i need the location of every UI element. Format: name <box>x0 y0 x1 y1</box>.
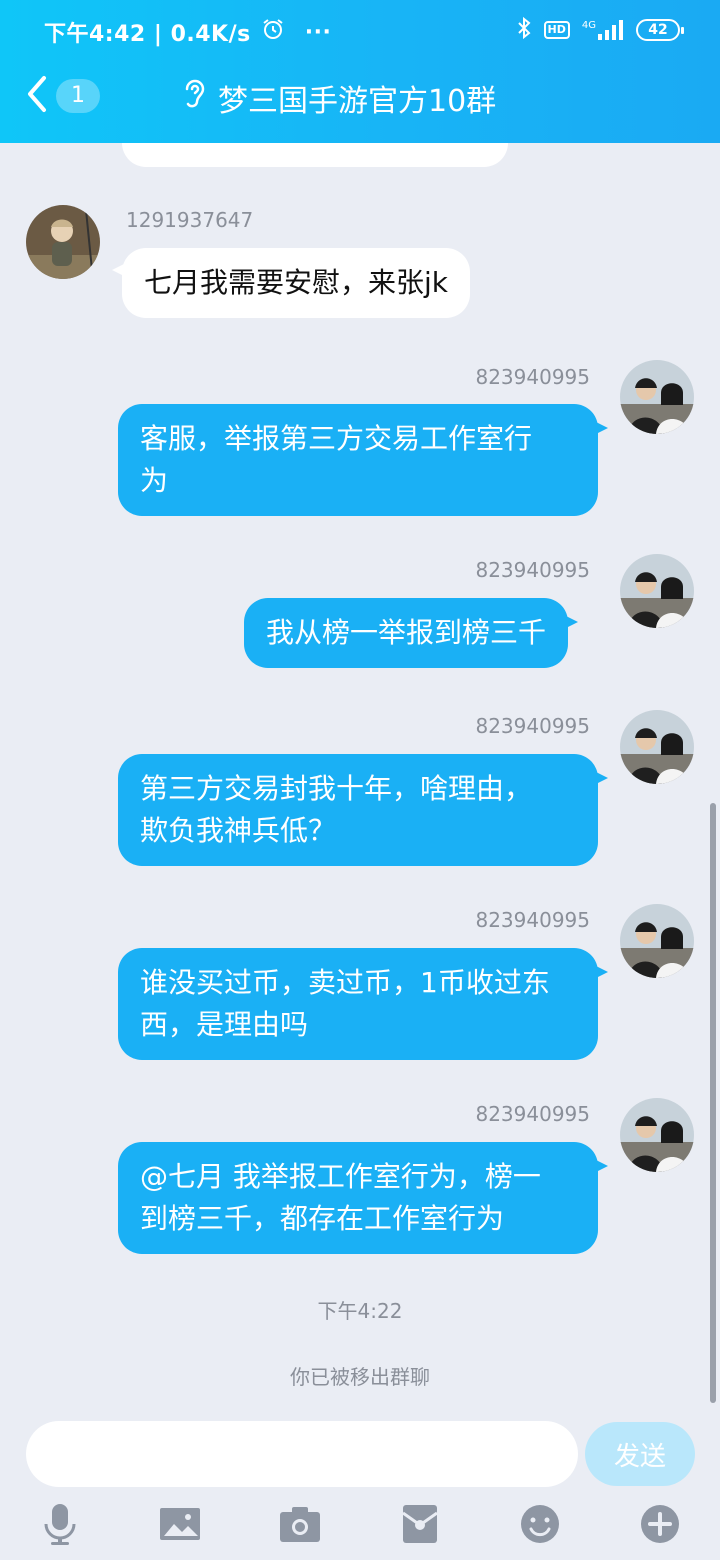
message-line: 西，是理由吗 <box>140 1008 309 1041</box>
image-icon[interactable] <box>155 1499 205 1549</box>
hd-badge: HD <box>543 21 570 39</box>
message-timestamp: 下午4:22 <box>317 1299 403 1323</box>
message-input[interactable] <box>26 1421 578 1487</box>
status-bar: 下午4:42 | 0.4K/s ··· HD 4G 42 <box>0 0 720 62</box>
avatar[interactable] <box>620 1098 694 1172</box>
back-button[interactable]: 1 <box>26 74 100 118</box>
message-line: @七月 我举报工作室行为，榜一 <box>140 1160 541 1193</box>
message-bubble[interactable]: 七月我需要安慰，来张jk <box>112 248 470 318</box>
avatar[interactable] <box>26 205 100 279</box>
message-bubble[interactable]: 客服，举报第三方交易工作室行 为 <box>118 404 608 516</box>
chevron-left-icon <box>26 74 48 118</box>
bluetooth-icon <box>516 16 532 44</box>
message-bubble-partial[interactable] <box>122 143 508 167</box>
sender-name: 823940995 <box>475 1102 590 1126</box>
sender-name: 823940995 <box>475 365 590 389</box>
sender-name: 823940995 <box>475 714 590 738</box>
message-line: 为 <box>140 464 169 497</box>
chat-header: 下午4:42 | 0.4K/s ··· HD 4G 42 1 梦三国手游官方10… <box>0 0 720 143</box>
avatar[interactable] <box>620 710 694 784</box>
sender-name: 823940995 <box>475 908 590 932</box>
plus-icon[interactable] <box>635 1499 685 1549</box>
scrollbar[interactable] <box>710 803 716 1403</box>
sender-name: 823940995 <box>475 558 590 582</box>
message-bubble[interactable]: 第三方交易封我十年，啥理由， 欺负我神兵低？ <box>118 754 608 866</box>
message-bubble[interactable]: 谁没买过币，卖过币，1币收过东 西，是理由吗 <box>118 948 608 1060</box>
avatar[interactable] <box>620 904 694 978</box>
camera-icon[interactable] <box>275 1499 325 1549</box>
input-area: 发送 <box>0 1405 720 1560</box>
signal-icon: 4G <box>582 20 624 40</box>
message-line: 第三方交易封我十年，啥理由， <box>140 772 533 805</box>
alarm-icon <box>261 17 285 47</box>
system-notice: 你已被移出群聊 <box>290 1365 430 1389</box>
ear-icon <box>180 77 208 119</box>
avatar[interactable] <box>620 360 694 434</box>
message-line: 欺负我神兵低？ <box>140 814 337 847</box>
more-status-icon: ··· <box>304 19 332 45</box>
message-bubble[interactable]: 我从榜一举报到榜三千 <box>244 598 579 668</box>
status-time-speed: 下午4:42 | 0.4K/s <box>44 22 251 47</box>
message-list[interactable]: 1291937647 七月我需要安慰，来张jk 823940995 客服，举报第… <box>0 143 720 1405</box>
message-line: 到榜三千，都存在工作室行为 <box>140 1202 505 1235</box>
emoji-icon[interactable] <box>515 1499 565 1549</box>
message-line: 客服，举报第三方交易工作室行 <box>140 422 533 455</box>
avatar[interactable] <box>620 554 694 628</box>
message-bubble[interactable]: @七月 我举报工作室行为，榜一 到榜三千，都存在工作室行为 <box>118 1142 608 1254</box>
red-packet-icon[interactable] <box>395 1499 445 1549</box>
network-type: 4G <box>581 20 596 31</box>
message-line: 谁没买过币，卖过币，1币收过东 <box>140 966 550 999</box>
sender-name: 1291937647 <box>126 208 254 232</box>
group-title: 梦三国手游官方10群 <box>218 84 497 119</box>
send-button[interactable]: 发送 <box>585 1422 695 1486</box>
mic-icon[interactable] <box>35 1499 85 1549</box>
battery-indicator: 42 <box>636 19 684 41</box>
input-toolbar <box>0 1499 720 1559</box>
unread-badge: 1 <box>56 79 100 113</box>
nav-bar: 1 梦三国手游官方10群 <box>0 62 720 132</box>
